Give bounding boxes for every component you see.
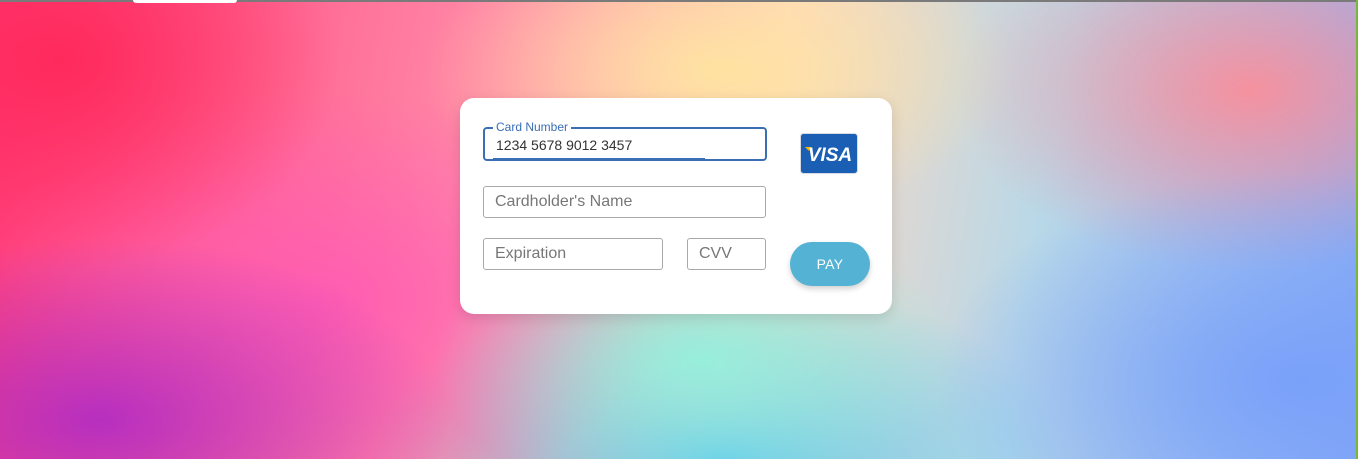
card-number-input[interactable]	[496, 136, 756, 154]
visa-logo-icon: VISA	[800, 133, 858, 174]
cardholder-name-input[interactable]	[495, 187, 756, 217]
cvv-input[interactable]	[699, 239, 756, 269]
browser-tab-edge	[133, 0, 237, 3]
payment-card-form: Card Number VISA PAY	[460, 98, 892, 314]
expiration-field[interactable]	[483, 238, 663, 270]
card-number-focus-underline	[493, 158, 705, 159]
cvv-field[interactable]	[687, 238, 766, 270]
page-background: Card Number VISA PAY	[0, 0, 1358, 459]
card-number-label: Card Number	[493, 120, 572, 134]
cardholder-name-field[interactable]	[483, 186, 766, 218]
pay-button[interactable]: PAY	[790, 242, 870, 286]
card-number-field[interactable]: Card Number	[483, 120, 767, 161]
expiration-input[interactable]	[495, 239, 653, 269]
visa-logo-text: VISA	[808, 145, 852, 166]
